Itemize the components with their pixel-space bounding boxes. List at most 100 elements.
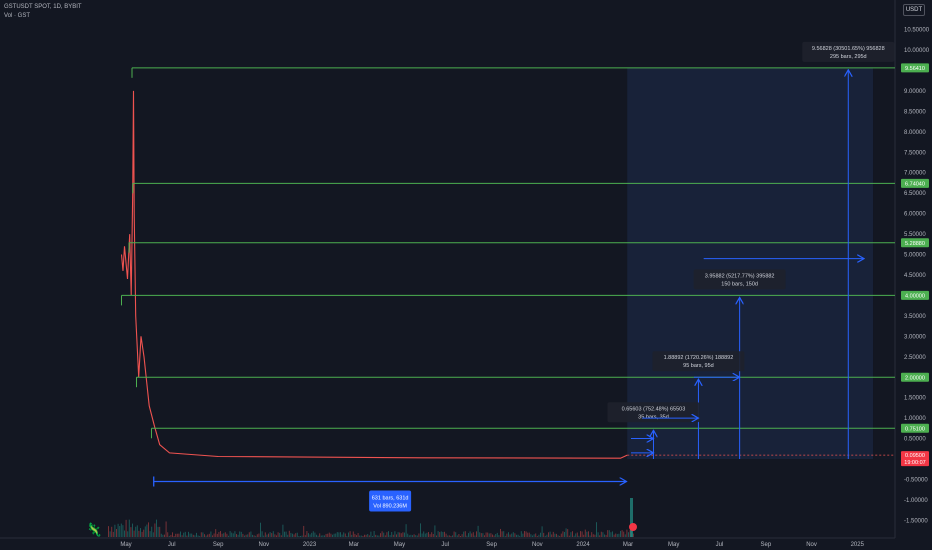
volume-bar xyxy=(591,532,593,537)
x-tick-label: Sep xyxy=(486,542,497,548)
volume-bar xyxy=(207,534,209,537)
volume-bar xyxy=(546,534,548,537)
volume-bar xyxy=(146,524,148,537)
measure-label-change: 1.88892 (1720.26%) 188892 xyxy=(664,355,734,361)
volume-bar xyxy=(536,535,538,537)
volume-bar xyxy=(159,526,161,537)
volume-bar xyxy=(108,526,109,537)
volume-bar xyxy=(252,534,253,537)
x-tick-label: Sep xyxy=(213,542,224,548)
volume-bar xyxy=(173,535,175,537)
volume-bar xyxy=(112,531,114,537)
volume-bar xyxy=(143,529,145,537)
volume-bar xyxy=(151,526,153,537)
volume-bar xyxy=(269,532,271,537)
x-tick-label: Nov xyxy=(532,542,543,548)
volume-bar xyxy=(504,535,506,537)
volume-bar xyxy=(181,535,183,537)
volume-bar xyxy=(138,530,140,537)
volume-bar xyxy=(320,535,322,537)
volume-bar xyxy=(453,531,455,537)
volume-bar xyxy=(480,533,482,537)
volume-bar xyxy=(447,535,449,537)
volume-bar xyxy=(327,533,329,537)
x-tick-label: Nov xyxy=(259,542,270,548)
volume-bar xyxy=(164,534,165,537)
volume-bar xyxy=(375,534,377,537)
volume-bar xyxy=(208,533,210,537)
volume-bar xyxy=(439,532,441,537)
measure-label-change: 3.95882 (5217.77%) 395882 xyxy=(705,273,775,279)
volume-bar xyxy=(511,533,513,537)
volume-bar xyxy=(565,528,567,537)
volume-bar xyxy=(456,535,458,537)
y-tick-label: 10.50000 xyxy=(904,28,930,34)
volume-bar xyxy=(479,532,481,537)
volume-bar xyxy=(240,531,242,537)
volume-bar xyxy=(496,532,498,537)
volume-bar xyxy=(381,531,383,537)
level-price-label: 6.74040 xyxy=(905,182,925,188)
volume-bar xyxy=(450,535,452,537)
volume-bar xyxy=(541,526,543,537)
volume-bar xyxy=(298,535,300,537)
volume-bar xyxy=(274,534,276,537)
volume-bar xyxy=(394,531,396,537)
x-tick-label: Mar xyxy=(623,542,633,548)
chart-canvas[interactable]: 10.50000 10.00000 9.00000 8.50000 8.00000 7.5… xyxy=(0,0,932,550)
volume-bar xyxy=(557,535,559,537)
volume-bar xyxy=(434,525,436,537)
volume-bar xyxy=(485,532,487,537)
volume-bar xyxy=(525,531,527,537)
measure-label-bars: 295 bars, 295d xyxy=(830,54,867,60)
volume-bar xyxy=(484,535,485,537)
volume-bar xyxy=(584,529,586,537)
volume-bar xyxy=(213,533,215,537)
y-tick-label: 3.00000 xyxy=(904,334,926,340)
volume-bar xyxy=(135,526,137,537)
volume-bar xyxy=(330,533,332,537)
volume-bar xyxy=(223,533,225,537)
volume-bar xyxy=(253,535,255,537)
y-tick-label: 5.50000 xyxy=(904,232,926,238)
volume-bar xyxy=(530,534,532,537)
x-tick-label: Jul xyxy=(716,542,724,548)
measure-zone xyxy=(627,67,874,459)
volume-bar xyxy=(167,532,169,537)
volume-bar xyxy=(592,534,594,537)
volume-bar xyxy=(405,524,407,537)
volume-bar xyxy=(538,534,540,537)
volume-bar xyxy=(349,531,351,537)
volume-bar xyxy=(200,532,202,537)
volume-bar xyxy=(290,532,292,537)
volume-bar xyxy=(306,531,308,537)
volume-bar xyxy=(124,530,125,537)
volume-bar xyxy=(162,534,164,537)
volume-bar xyxy=(160,533,162,537)
volume-bar xyxy=(116,529,117,537)
volume-bar xyxy=(386,532,388,537)
volume-bar xyxy=(322,535,324,537)
volume-bar xyxy=(236,534,237,537)
volume-bar xyxy=(602,532,604,537)
volume-bar xyxy=(506,533,508,537)
volume-bar xyxy=(618,533,620,537)
volume-bar xyxy=(172,532,173,537)
y-tick-label: 8.50000 xyxy=(904,109,926,115)
volume-bar xyxy=(314,532,316,537)
volume-bar xyxy=(404,532,405,537)
x-tick-label: May xyxy=(394,542,405,548)
volume-bar xyxy=(535,533,537,537)
volume-bar xyxy=(277,532,279,537)
volume-bar xyxy=(575,533,577,537)
volume-bar xyxy=(412,535,413,537)
volume-bar xyxy=(428,532,429,537)
volume-bar xyxy=(471,533,473,537)
volume-bar xyxy=(621,530,623,537)
volume-bar xyxy=(109,531,111,537)
volume-bar xyxy=(244,535,245,537)
x-tick-label: 2024 xyxy=(576,542,590,548)
volume-bar xyxy=(237,534,239,537)
y-tick-label: 8.00000 xyxy=(904,130,926,136)
volume-bar xyxy=(604,534,605,537)
